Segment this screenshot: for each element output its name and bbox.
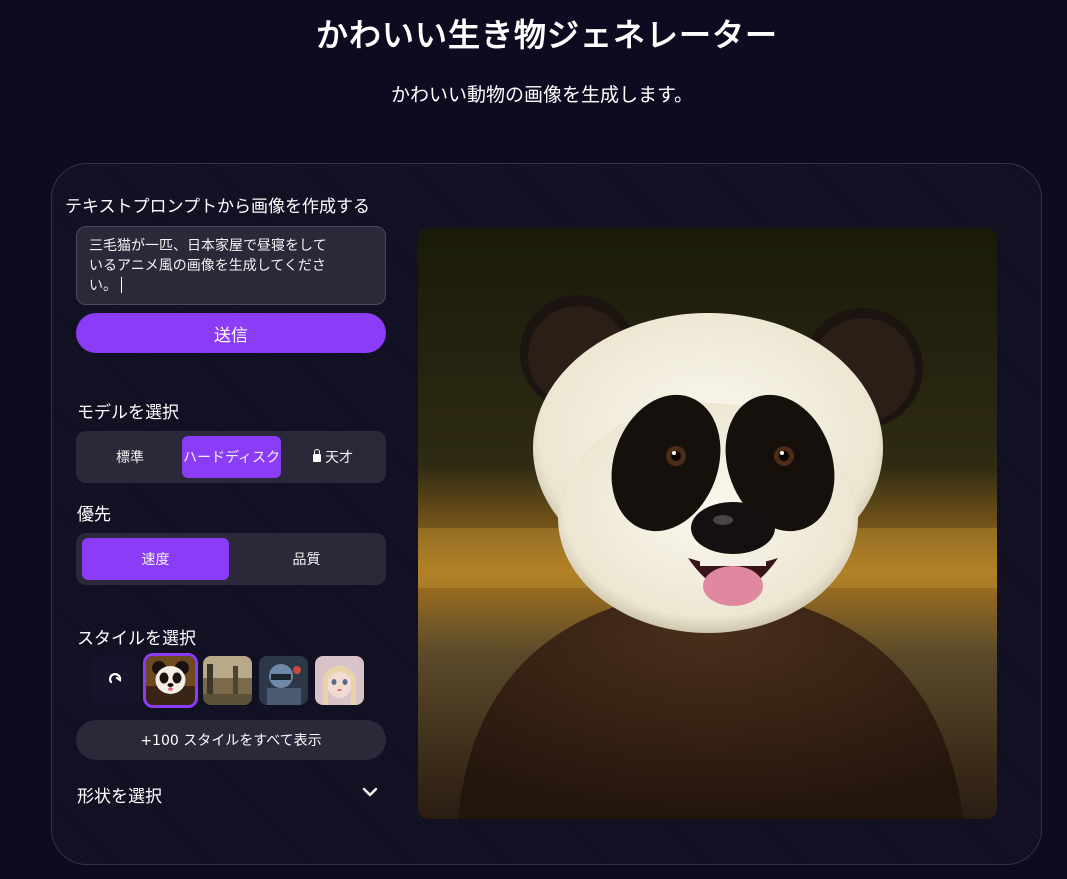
model-option-genius[interactable]: 天才 xyxy=(285,436,381,478)
chevron-down-icon[interactable] xyxy=(361,785,379,799)
style-thumb-landscape[interactable] xyxy=(203,656,252,705)
page-subtitle: かわいい動物の画像を生成します。 xyxy=(390,84,694,106)
robot-thumbnail xyxy=(259,656,308,705)
page-title: かわいい生き物ジェネレーター xyxy=(315,16,778,54)
model-option-standard[interactable]: 標準 xyxy=(82,436,178,478)
prompt-line-2: いるアニメ風の画像を生成してくださ xyxy=(89,258,326,274)
priority-heading: 優先 xyxy=(77,505,111,525)
show-all-styles-button[interactable]: +100 スタイルをすべて表示 xyxy=(76,720,386,760)
style-thumb-anime[interactable] xyxy=(315,656,364,705)
send-button[interactable]: 送信 xyxy=(76,313,386,353)
style-heading: スタイルを選択 xyxy=(77,629,196,649)
style-thumb-none[interactable] xyxy=(91,656,140,705)
prompt-line-3: い。 xyxy=(89,278,117,294)
panda-thumbnail xyxy=(146,656,195,705)
shape-heading[interactable]: 形状を選択 xyxy=(77,782,162,807)
priority-option-speed[interactable]: 速度 xyxy=(82,538,229,580)
model-option-hd[interactable]: ハードディスク xyxy=(182,436,281,478)
style-thumb-panda[interactable] xyxy=(143,653,198,708)
model-heading: モデルを選択 xyxy=(77,403,179,423)
model-option-genius-label: 天才 xyxy=(325,450,353,466)
prompt-line-1: 三毛猫が一匹、日本家屋で昼寝をして xyxy=(89,238,327,254)
landscape-thumbnail xyxy=(203,656,252,705)
priority-option-quality[interactable]: 品質 xyxy=(233,538,380,580)
priority-selector: 速度 品質 xyxy=(76,533,386,585)
prompt-input[interactable]: 三毛猫が一匹、日本家屋で昼寝をして いるアニメ風の画像を生成してくださ い。 xyxy=(76,226,386,305)
style-thumb-robot[interactable] xyxy=(259,656,308,705)
anime-girl-thumbnail xyxy=(315,656,364,705)
panda-image xyxy=(418,228,997,819)
lock-icon xyxy=(313,449,321,462)
prompt-heading: テキストプロンプトから画像を作成する xyxy=(65,197,370,217)
no-style-icon xyxy=(109,673,122,684)
text-caret xyxy=(121,277,122,293)
generated-image xyxy=(418,228,997,819)
model-selector: 標準 ハードディスク 天才 xyxy=(76,431,386,483)
